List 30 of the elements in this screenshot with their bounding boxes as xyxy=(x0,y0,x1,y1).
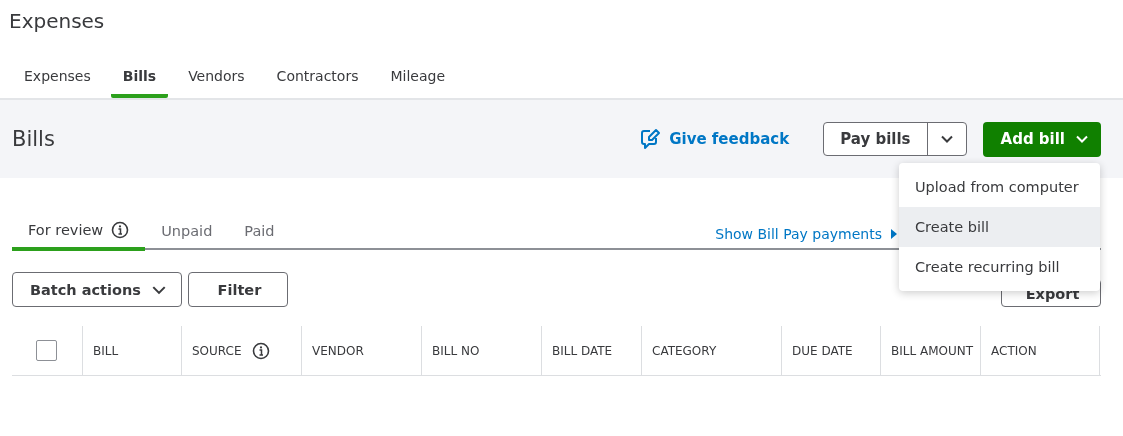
page-title: Expenses xyxy=(8,8,106,35)
column-header: DUE DATE xyxy=(792,343,853,358)
column-header: BILL DATE xyxy=(552,343,613,358)
add-bill-button[interactable]: Add bill xyxy=(982,121,1101,157)
tab[interactable]: Contractors xyxy=(264,68,371,98)
select-all-checkbox[interactable] xyxy=(36,340,57,361)
filter-button[interactable]: Filter xyxy=(187,272,288,307)
show-bill-pay-payments-link[interactable]: Show Bill Pay payments xyxy=(715,226,898,248)
menu-item[interactable]: Upload from computer xyxy=(899,167,1100,207)
column-header: ACTION xyxy=(991,343,1037,358)
info-icon[interactable] xyxy=(251,341,270,360)
tab[interactable]: Mileage xyxy=(378,68,457,98)
column-header: BILL NO xyxy=(432,343,480,358)
tab[interactable]: Expenses xyxy=(12,68,103,98)
column-header: BILL AMOUNT xyxy=(891,343,974,358)
tab[interactable]: Vendors xyxy=(176,68,257,98)
tab[interactable]: Paid xyxy=(228,223,291,251)
tab[interactable]: Unpaid xyxy=(145,223,229,251)
tab[interactable]: For review xyxy=(12,221,146,251)
column-header: VENDOR xyxy=(312,343,364,358)
column-header: BILL xyxy=(93,343,119,358)
column-header: CATEGORY xyxy=(652,343,717,358)
menu-item[interactable]: Create bill xyxy=(899,207,1100,247)
give-feedback-link[interactable]: Give feedback xyxy=(669,130,790,148)
pay-bills-button[interactable]: Pay bills xyxy=(824,123,928,155)
info-icon[interactable] xyxy=(111,221,130,239)
batch-actions-button[interactable]: Batch actions xyxy=(12,272,182,307)
column-header: SOURCE xyxy=(192,343,242,358)
feedback-icon[interactable] xyxy=(639,128,662,150)
section-title: Bills xyxy=(12,127,55,151)
